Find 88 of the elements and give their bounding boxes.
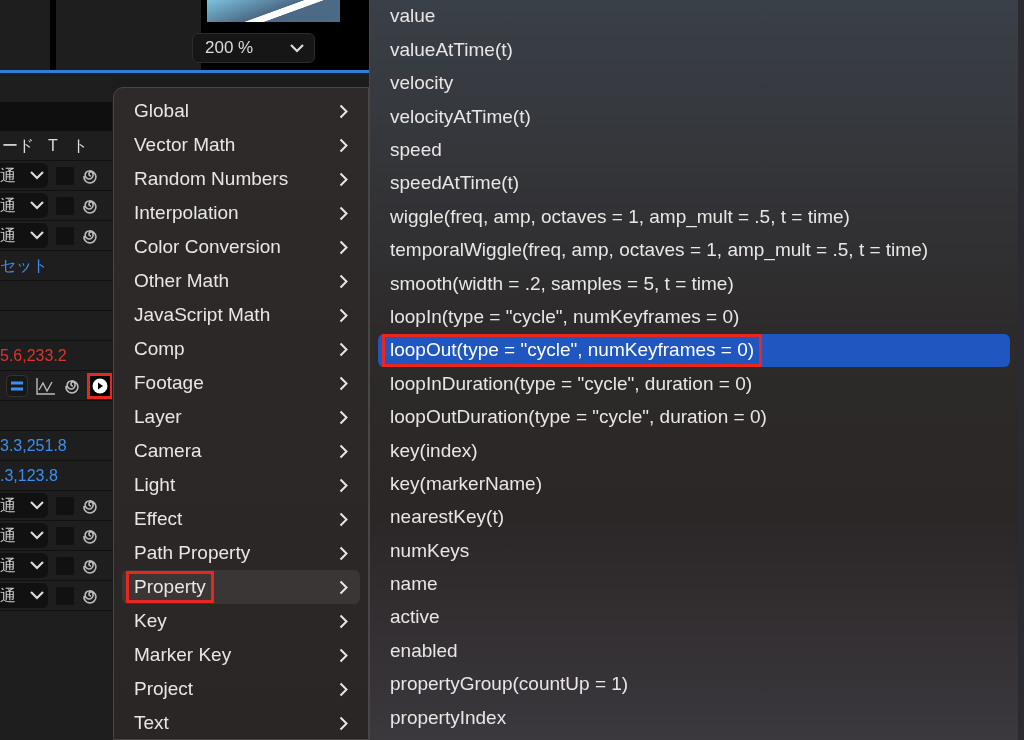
menu-item[interactable]: name [378,567,1010,602]
chevron-right-icon [339,307,348,323]
chevron-down-icon [30,201,44,210]
menu-item[interactable]: wiggle(freq, amp, octaves = 1, amp_mult = .5, t = time) [378,200,1010,234]
chevron-right-icon [339,613,348,629]
menu-item[interactable]: Random Numbers [122,162,360,196]
menu-item[interactable]: velocity [378,66,1010,101]
menu-item[interactable]: Layer [122,400,360,434]
chevron-right-icon [339,715,348,731]
play-button[interactable] [90,375,110,396]
chevron-down-icon [30,231,44,240]
mode-dropdown[interactable]: 通 [0,163,48,188]
menu-item[interactable]: propertyGroup(countUp = 1) [378,667,1010,702]
menu-item[interactable]: Key [122,604,360,638]
play-icon [92,377,108,394]
chevron-right-icon [339,579,348,595]
menu-item[interactable]: loopInDuration(type = "cycle", duration = 0) [378,367,1010,401]
menu-item[interactable]: Color Conversion [122,230,360,264]
panel-background [0,0,50,70]
zoom-dropdown[interactable]: 200 % [192,33,315,63]
chevron-right-icon [339,341,348,357]
chevron-right-icon [339,511,348,527]
graph-icon[interactable] [36,376,56,395]
mode-dropdown[interactable]: 通 [0,193,48,218]
menu-item[interactable]: velocityAtTime(t) [378,100,1010,134]
chevron-down-icon [30,561,44,570]
menu-item[interactable]: loopIn(type = "cycle", numKeyframes = 0) [378,300,1010,334]
menu-item[interactable]: Effect [122,502,360,536]
value-text: 5.6,233.2 [0,345,67,366]
menu-item[interactable]: active [378,601,1010,635]
chevron-right-icon [339,681,348,697]
chevron-right-icon [339,647,348,663]
equals-icon[interactable] [6,374,28,397]
mode-dropdown[interactable]: 通 [0,553,48,578]
menu-item[interactable]: propertyIndex [378,701,1010,735]
menu-item[interactable]: loopOutDuration(type = "cycle", duration = 0) [378,400,1010,435]
menu-item[interactable]: loopOut(type = "cycle", numKeyframes = 0) [378,333,1010,368]
menu-item[interactable]: Marker Key [122,638,360,672]
chevron-right-icon [339,273,348,289]
reset-link[interactable]: セット [0,253,48,278]
chevron-right-icon [339,103,348,119]
menu-item[interactable]: value [378,0,1010,34]
chevron-down-icon [30,501,44,510]
menu-item[interactable]: enabled [378,634,1010,668]
menu-item[interactable]: Comp [122,332,360,366]
chevron-down-icon [290,43,304,53]
menu-item[interactable]: Text [122,706,360,739]
chevron-down-icon [30,171,44,180]
mode-dropdown[interactable]: 通 [0,583,48,608]
menu-item[interactable]: Global [122,94,360,128]
menu-item[interactable]: JavaScript Math [122,298,360,332]
chevron-down-icon [30,531,44,540]
chevron-right-icon [339,239,348,255]
menu-item[interactable]: Project [122,672,360,706]
menu-item[interactable]: key(markerName) [378,467,1010,501]
mode-dropdown[interactable]: 通 [0,523,48,548]
menu-item[interactable]: speed [378,133,1010,167]
column-header: T [48,135,58,156]
menu-item[interactable]: speedAtTime(t) [378,166,1010,201]
chevron-right-icon [339,171,348,187]
menu-item[interactable]: Footage [122,366,360,400]
mode-dropdown[interactable]: 通 [0,493,48,518]
column-header: ト [71,135,88,156]
menu-item[interactable]: Other Math [122,264,360,298]
chevron-right-icon [339,477,348,493]
chevron-right-icon [339,375,348,391]
menu-item[interactable]: nearestKey(t) [378,500,1010,535]
menu-item[interactable]: key(index) [378,434,1010,468]
menu-item[interactable]: valueAtTime(t) [378,33,1010,67]
chevron-right-icon [339,409,348,425]
mode-dropdown[interactable]: 通 [0,223,48,248]
chevron-right-icon [339,443,348,459]
menu-item[interactable]: Path Property [122,536,360,570]
chevron-right-icon [339,545,348,561]
menu-item[interactable]: Interpolation [122,196,360,230]
column-header: ード [2,135,34,156]
menu-item[interactable]: Property [122,570,360,604]
menu-item[interactable]: temporalWiggle(freq, amp, octaves = 1, amp_mult = .5, t = time) [378,233,1010,268]
menu-item[interactable]: smooth(width = .2, samples = 5, t = time) [378,267,1010,301]
menu-item[interactable]: Vector Math [122,128,360,162]
menu-item[interactable]: Camera [122,434,360,468]
chevron-right-icon [339,205,348,221]
chevron-right-icon [339,137,348,153]
menu-item[interactable]: Light [122,468,360,502]
chevron-down-icon [30,591,44,600]
value-text: .3,123.8 [0,465,58,486]
menu-item[interactable]: numKeys [378,534,1010,568]
value-text: 3.3,251.8 [0,435,67,456]
